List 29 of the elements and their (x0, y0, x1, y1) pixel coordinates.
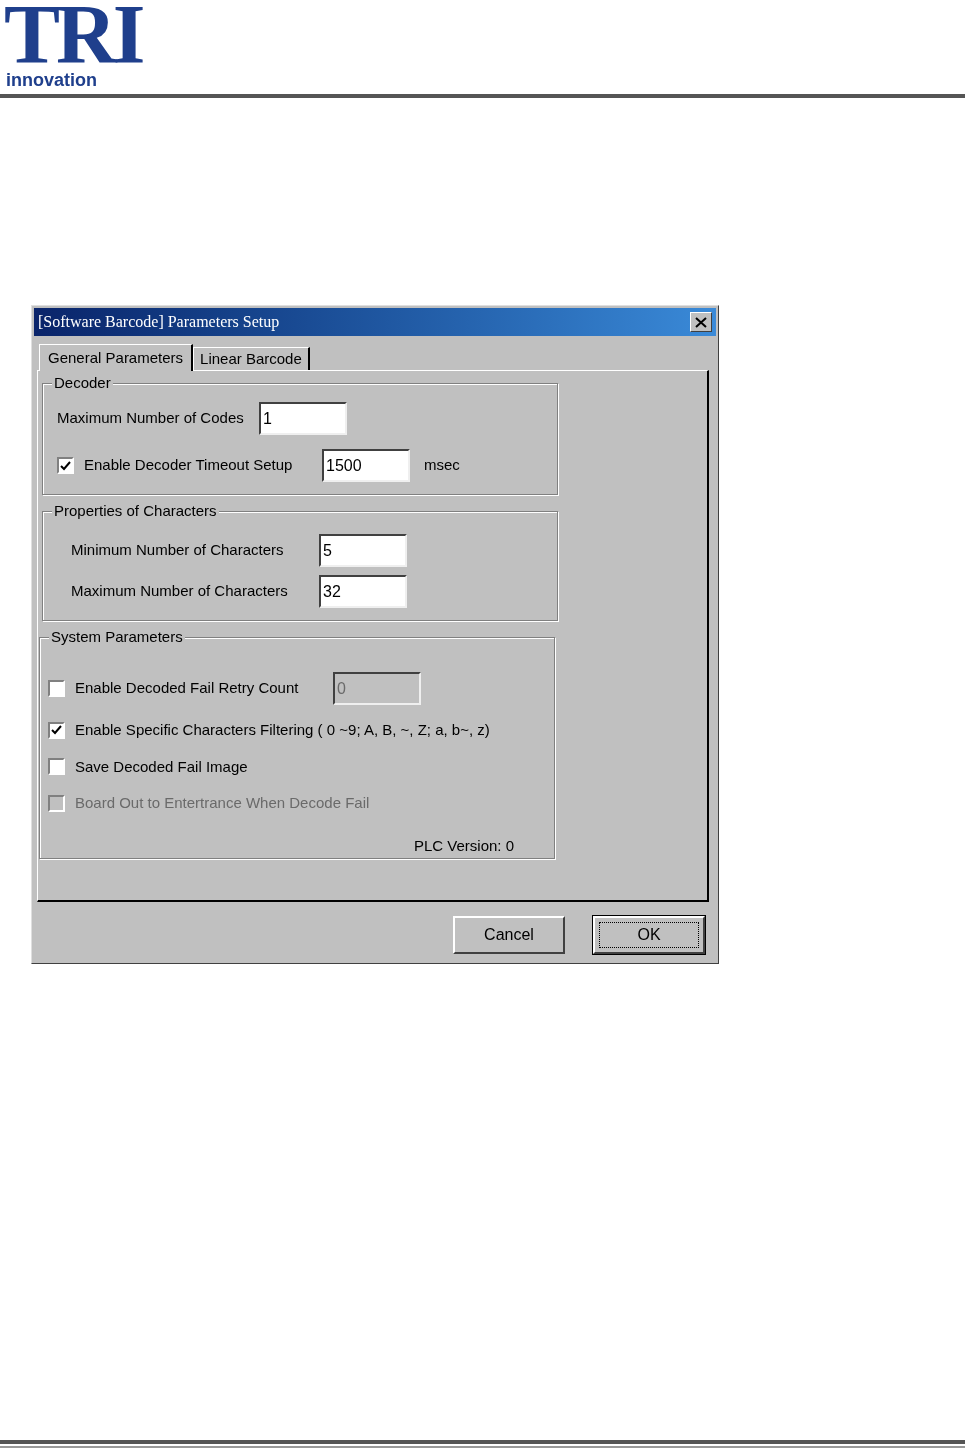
window-title: [Software Barcode] Parameters Setup (38, 312, 280, 333)
tab[interactable]: General Parameters (39, 344, 194, 371)
checkbox-label: Board Out to Entertrance When Decode Fail (75, 793, 370, 813)
version-label: PLC Version: 0 (413, 835, 514, 856)
close-icon (695, 316, 707, 328)
input-field[interactable]: 1 (259, 402, 347, 435)
unit-label: msec (424, 455, 460, 476)
logo-mark: TRI (4, 0, 142, 70)
close-button[interactable] (690, 312, 712, 332)
checkbox-label: Enable Decoder Timeout Setup (84, 455, 294, 476)
tab[interactable]: Linear Barcode (193, 347, 310, 370)
checkbox[interactable] (48, 721, 65, 739)
checkbox-label: Enable Decoded Fail Retry Count (75, 678, 300, 699)
input-field[interactable]: 32 (319, 575, 407, 608)
checkbox-label: Enable Specific Characters Filtering ( 0 ~9; A, B, ~, Z; a, b~, z) (75, 720, 490, 740)
input-field[interactable]: 1500 (322, 449, 410, 482)
field-label: Maximum Number of Codes (57, 408, 245, 429)
checkbox[interactable] (48, 758, 65, 776)
field-label: Minimum Number of Characters (71, 540, 285, 561)
checkbox-label: Save Decoded Fail Image (75, 756, 248, 777)
dialog-button[interactable]: OK (593, 916, 705, 954)
logo-wordmark: innovation (5, 70, 97, 90)
dialog-button[interactable]: Cancel (453, 916, 565, 954)
field-label: Maximum Number of Characters (71, 581, 289, 602)
checkbox[interactable] (57, 457, 74, 474)
checkbox[interactable] (48, 680, 65, 697)
checkmark-icon (51, 725, 62, 736)
checkmark-icon (60, 460, 71, 471)
input-field[interactable]: 5 (319, 534, 407, 567)
